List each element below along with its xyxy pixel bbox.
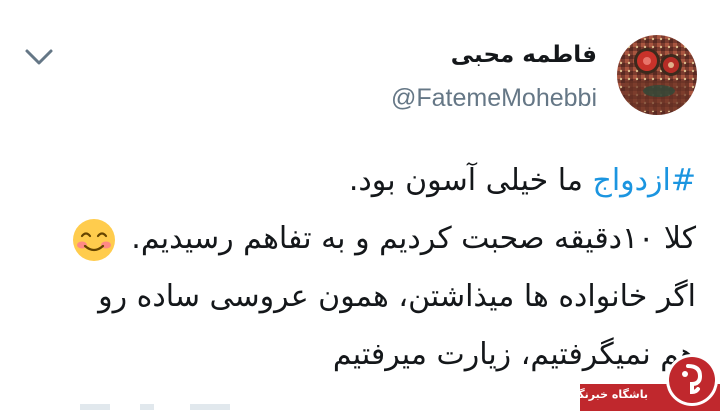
cropped-footer-text: [80, 404, 230, 410]
tweet-line-4: هم نمیگرفتیم، زیارت میرفتیم: [332, 337, 696, 372]
watermark-text: باشگاه خبرنگاران: [554, 388, 648, 401]
tweet-line-3: اگر خانواده ها میذاشتن، همون عروسی ساده …: [98, 279, 696, 314]
watermark-logo-icon: [666, 354, 718, 406]
tweet-line-2: کلا ۱۰دقیقه صحبت کردیم و به تفاهم رسیدیم…: [6, 210, 696, 268]
tweet-line-2-text: کلا ۱۰دقیقه صحبت کردیم و به تفاهم رسیدیم…: [131, 221, 696, 256]
chevron-down-icon[interactable]: [24, 46, 54, 68]
tweet-text: #ازدواج ما خیلی آسون بود. کلا ۱۰دقیقه صح…: [6, 152, 696, 384]
author-display-name[interactable]: فاطمه محبی: [451, 42, 597, 68]
author-handle[interactable]: @FatemeMohebbi: [391, 84, 597, 113]
avatar[interactable]: [617, 35, 697, 115]
hashtag-symbol: #: [670, 163, 696, 198]
hashtag-text: ازدواج: [592, 163, 671, 198]
tweet-line-1-text: ما خیلی آسون بود.: [348, 163, 593, 198]
tweet-line-1: #ازدواج ما خیلی آسون بود.: [6, 152, 696, 210]
tweet-card: فاطمه محبی @FatemeMohebbi #ازدواج ما خیل…: [0, 0, 720, 411]
smiling-face-emoji-icon: [73, 218, 116, 261]
hashtag-link[interactable]: #ازدواج: [592, 163, 696, 198]
